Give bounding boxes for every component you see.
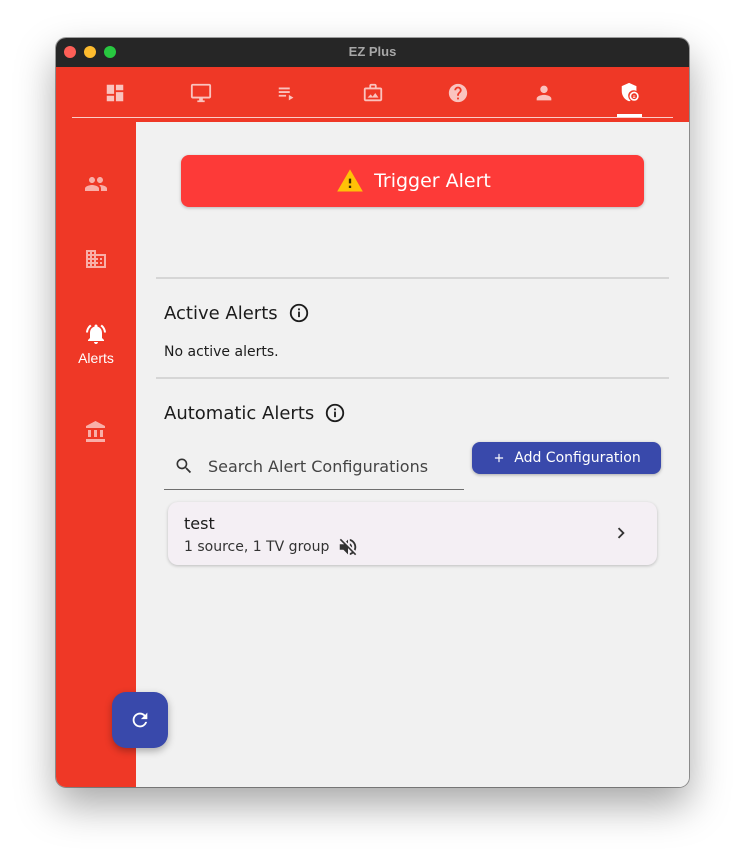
section-divider	[156, 377, 669, 379]
tab-dashboard[interactable]	[100, 79, 130, 107]
add-configuration-button[interactable]: Add Configuration	[472, 442, 661, 474]
main-content: Trigger Alert Active Alerts No active al…	[136, 122, 689, 787]
configuration-details: 1 source, 1 TV group	[184, 536, 359, 558]
top-navigation	[56, 67, 689, 122]
automatic-alerts-title: Automatic Alerts	[164, 402, 315, 424]
active-alerts-title: Active Alerts	[164, 302, 278, 324]
window-title: EZ Plus	[348, 44, 397, 59]
chevron-right-icon	[617, 527, 625, 539]
add-configuration-label: Add Configuration	[514, 450, 641, 466]
configuration-summary: 1 source, 1 TV group	[184, 539, 330, 555]
help-icon	[448, 83, 468, 103]
alert-configuration-item[interactable]: test 1 source, 1 TV group	[168, 502, 657, 565]
tab-media[interactable]	[358, 79, 388, 107]
sidebar-item-alerts[interactable]: Alerts	[56, 322, 136, 366]
person-icon	[536, 85, 552, 101]
sidebar-item-organization[interactable]	[56, 420, 136, 448]
top-nav-divider	[72, 117, 673, 118]
trigger-alert-label: Trigger Alert	[374, 170, 491, 192]
alarm-bell-icon	[86, 324, 106, 344]
people-icon	[85, 177, 107, 191]
title-bar: EZ Plus	[56, 38, 689, 67]
info-icon[interactable]	[288, 302, 310, 324]
media-icon	[363, 83, 383, 102]
warning-icon	[337, 169, 363, 192]
plus-icon	[495, 453, 504, 463]
app-window: EZ Plus Alerts Trigger Alert Active Aler…	[56, 38, 689, 787]
configuration-name: test	[184, 514, 215, 533]
sidebar: Alerts	[56, 122, 136, 787]
tab-displays[interactable]	[186, 79, 216, 107]
active-alerts-heading: Active Alerts	[164, 302, 310, 324]
volume-off-icon	[340, 538, 357, 556]
sidebar-item-label: Alerts	[78, 350, 114, 366]
building-icon	[86, 250, 106, 268]
playlist-icon	[278, 87, 294, 101]
shield-admin-icon	[621, 82, 639, 102]
refresh-icon	[132, 712, 148, 728]
search-icon	[176, 458, 192, 474]
sidebar-item-users[interactable]	[56, 172, 136, 200]
tab-admin[interactable]	[615, 79, 645, 107]
tab-playlists[interactable]	[272, 79, 302, 107]
search-field	[164, 448, 464, 490]
monitor-icon	[190, 83, 212, 103]
trigger-alert-button[interactable]: Trigger Alert	[181, 155, 644, 207]
tab-account[interactable]	[529, 79, 559, 107]
tab-help[interactable]	[443, 79, 473, 107]
automatic-alerts-heading: Automatic Alerts	[164, 402, 346, 424]
search-input[interactable]	[208, 454, 458, 478]
info-icon[interactable]	[324, 402, 346, 424]
section-divider	[156, 277, 669, 279]
refresh-button[interactable]	[112, 692, 168, 748]
sidebar-item-locations[interactable]	[56, 247, 136, 275]
bank-icon	[86, 421, 105, 442]
dashboard-icon	[106, 84, 124, 102]
no-active-alerts-text: No active alerts.	[164, 344, 279, 360]
